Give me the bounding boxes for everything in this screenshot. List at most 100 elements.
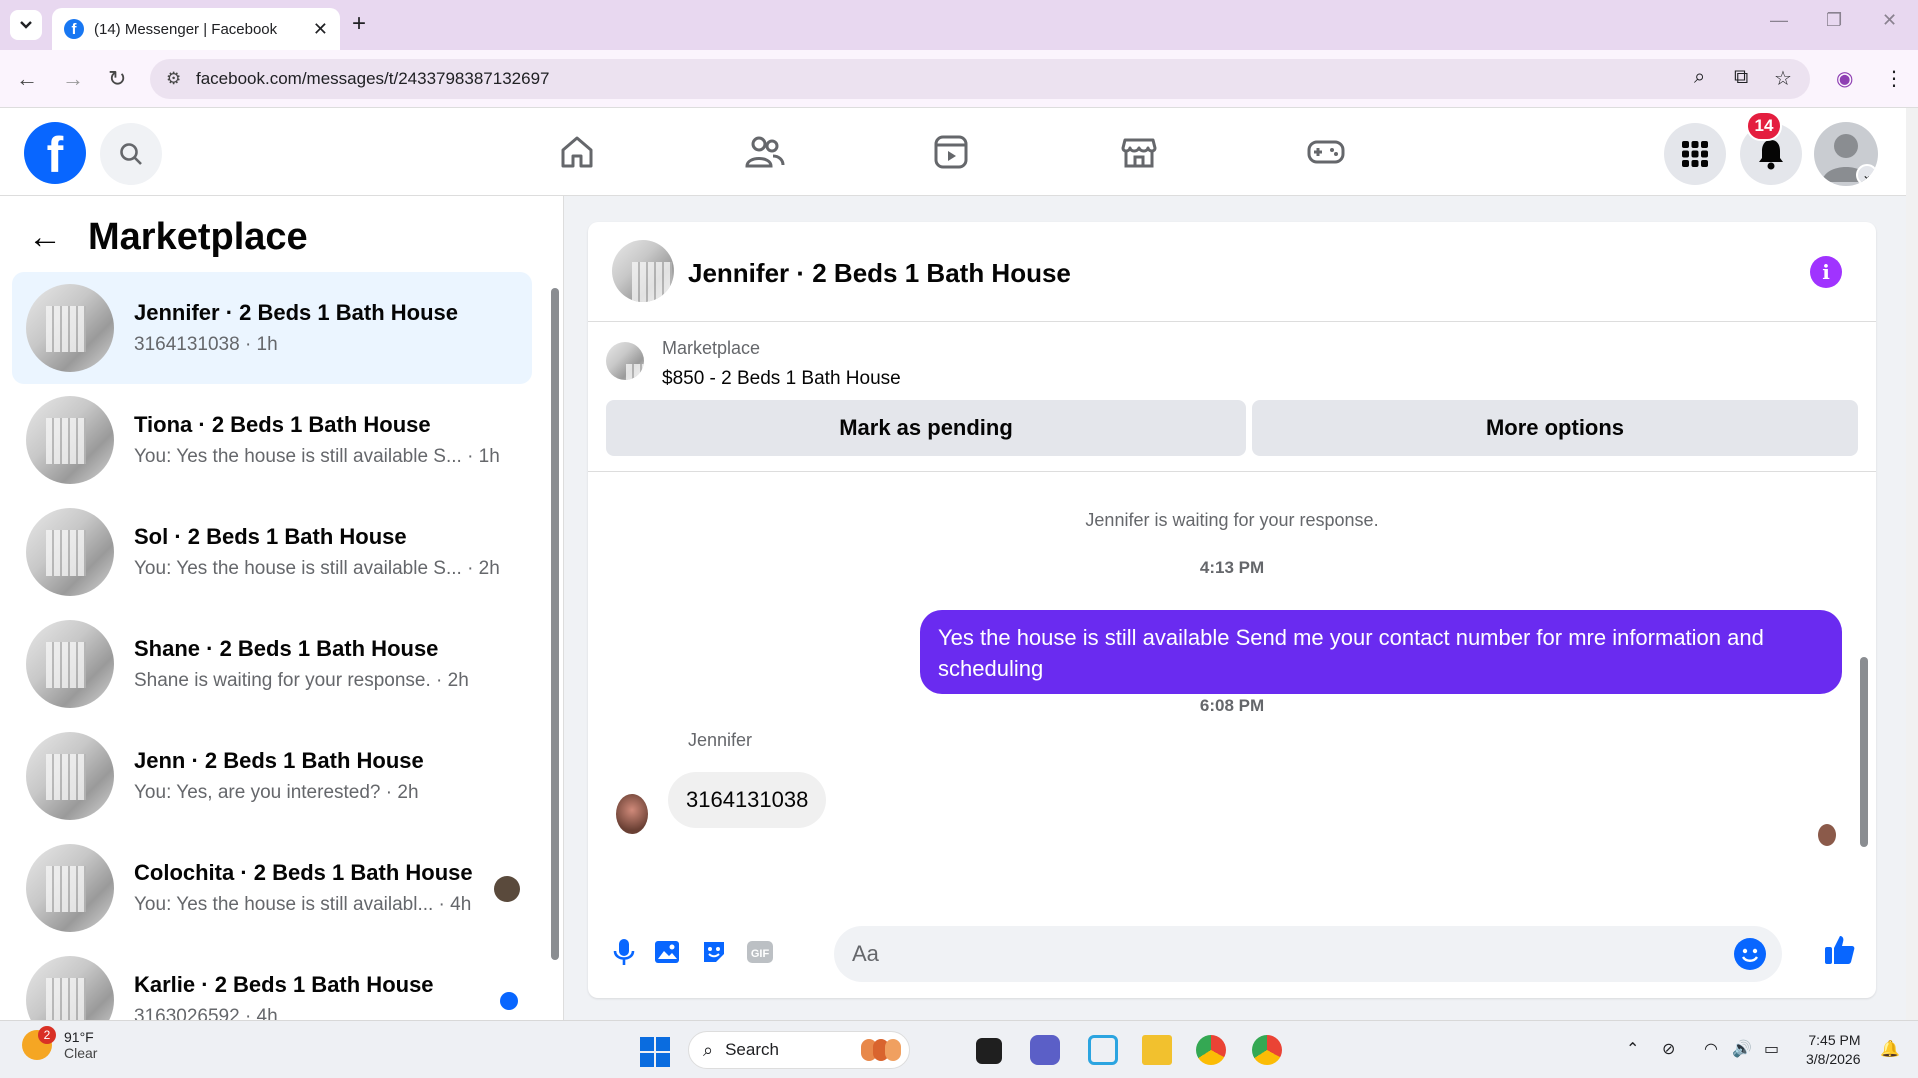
weather-widget[interactable]: 2 91°F Clear bbox=[22, 1026, 97, 1061]
listing-thumbnail bbox=[26, 620, 114, 708]
scrollbar-thumb[interactable] bbox=[1860, 657, 1868, 847]
bookmark-star-icon[interactable]: ☆ bbox=[1774, 66, 1792, 91]
zoom-icon[interactable]: ⌕ bbox=[1694, 66, 1705, 89]
emoji-icon[interactable] bbox=[1734, 938, 1766, 970]
page-scrollbar[interactable] bbox=[1906, 108, 1918, 1020]
conversation-name: Tiona · 2 Beds 1 Bath House bbox=[134, 412, 431, 437]
install-app-icon[interactable]: ⧉ bbox=[1734, 66, 1748, 89]
sidebar-title: Marketplace bbox=[88, 216, 308, 258]
sender-avatar[interactable] bbox=[616, 794, 648, 834]
battery-icon[interactable]: ▭ bbox=[1764, 1039, 1779, 1059]
back-arrow-icon[interactable]: ← bbox=[28, 218, 62, 257]
sidebar-header: ← Marketplace bbox=[28, 216, 308, 259]
conversation-name: Jenn · 2 Beds 1 Bath House bbox=[134, 748, 424, 773]
conversation-item[interactable]: Jenn · 2 Beds 1 Bath House You: Yes, are … bbox=[12, 720, 532, 832]
profile-icon[interactable]: ◉ bbox=[1836, 66, 1853, 91]
notification-badge: 14 bbox=[1746, 111, 1782, 141]
minimize-icon[interactable]: — bbox=[1770, 10, 1788, 31]
people-highlight-icon bbox=[861, 1039, 901, 1061]
restore-icon[interactable]: ❐ bbox=[1826, 10, 1842, 31]
timestamp: 6:08 PM bbox=[1199, 696, 1265, 715]
scrollbar-thumb[interactable] bbox=[551, 288, 559, 960]
chat-avatar[interactable] bbox=[612, 240, 674, 302]
conversation-item[interactable]: Colochita · 2 Beds 1 Bath House You: Yes … bbox=[12, 832, 532, 944]
more-options-button[interactable]: More options bbox=[1252, 400, 1858, 456]
sticker-icon[interactable] bbox=[698, 936, 730, 968]
close-tab-icon[interactable]: ✕ bbox=[313, 19, 328, 40]
conversation-list: Jennifer · 2 Beds 1 Bath House 3164131038… bbox=[12, 272, 532, 1020]
facebook-logo-icon[interactable]: f bbox=[24, 122, 86, 184]
listing-thumbnail bbox=[26, 284, 114, 372]
photo-icon[interactable] bbox=[652, 936, 684, 968]
chat-panel: Jennifer · 2 Beds 1 Bath House i Marketp… bbox=[588, 222, 1876, 998]
tab-search-dropdown[interactable] bbox=[10, 10, 42, 40]
clock-time: 7:45 PM bbox=[1808, 1032, 1861, 1048]
conversation-item[interactable]: Shane · 2 Beds 1 Bath House Shane is wait… bbox=[12, 608, 532, 720]
file-explorer-icon[interactable] bbox=[1142, 1035, 1172, 1065]
microphone-icon[interactable] bbox=[608, 936, 640, 968]
network-off-icon[interactable]: ⊘ bbox=[1662, 1039, 1675, 1059]
conversation-item[interactable]: Tiona · 2 Beds 1 Bath House You: Yes the … bbox=[12, 384, 532, 496]
bell-icon bbox=[1759, 140, 1783, 170]
listing-thumbnail bbox=[26, 508, 114, 596]
info-icon[interactable]: i bbox=[1810, 256, 1842, 288]
listing-price-title[interactable]: $850 - 2 Beds 1 Bath House bbox=[662, 368, 901, 390]
browser-tab[interactable]: f (14) Messenger | Facebook ✕ bbox=[52, 8, 340, 50]
taskbar-search[interactable]: ⌕ Search bbox=[688, 1031, 910, 1069]
facebook-favicon-icon: f bbox=[64, 19, 84, 39]
menu-kebab-icon[interactable]: ⋮ bbox=[1884, 66, 1904, 91]
conversation-preview: 3164131038 · 1h bbox=[134, 334, 278, 355]
task-view-icon[interactable] bbox=[976, 1038, 1002, 1064]
forward-arrow-icon[interactable]: → bbox=[62, 66, 84, 92]
conversation-preview: Shane is waiting for your response. · 2h bbox=[134, 670, 469, 691]
marketplace-nav-icon[interactable] bbox=[1115, 130, 1163, 174]
address-toolbar: ← → ↻ ⚙ facebook.com/messages/t/24337983… bbox=[0, 50, 1918, 108]
chat-title[interactable]: Jennifer · 2 Beds 1 Bath House bbox=[688, 258, 1071, 289]
incoming-message[interactable]: 3164131038 bbox=[668, 772, 827, 828]
chrome-profile-icon[interactable] bbox=[1252, 1035, 1282, 1065]
chevron-down-icon bbox=[20, 21, 32, 29]
like-thumb-icon[interactable] bbox=[1820, 930, 1860, 970]
weather-temp: 91°F bbox=[64, 1029, 94, 1045]
snipping-tool-icon[interactable] bbox=[1088, 1035, 1118, 1065]
menu-grid-button[interactable] bbox=[1664, 123, 1726, 185]
notification-bell-icon[interactable]: 🔔 bbox=[1880, 1039, 1900, 1059]
outgoing-message[interactable]: Yes the house is still available Send me… bbox=[920, 610, 1842, 694]
volume-icon[interactable]: 🔊 bbox=[1732, 1039, 1752, 1059]
account-avatar[interactable]: ⌄ bbox=[1814, 122, 1878, 186]
video-nav-icon[interactable] bbox=[927, 130, 975, 174]
new-tab-icon[interactable]: + bbox=[352, 10, 366, 38]
site-settings-icon[interactable]: ⚙ bbox=[166, 69, 181, 89]
message-input[interactable]: Aa bbox=[834, 926, 1782, 982]
close-window-icon[interactable]: ✕ bbox=[1882, 10, 1897, 31]
chevron-down-icon: ⌄ bbox=[1856, 164, 1878, 186]
back-arrow-icon[interactable]: ← bbox=[16, 66, 38, 92]
message-thread: Jennifer is waiting for your response. 4… bbox=[588, 472, 1876, 912]
conversation-name: Sol · 2 Beds 1 Bath House bbox=[134, 524, 407, 549]
listing-card: Marketplace $850 - 2 Beds 1 Bath House M… bbox=[588, 322, 1876, 472]
sidebar-scrollbar[interactable] bbox=[548, 276, 560, 1016]
facebook-header: f 14 ⌄ bbox=[0, 108, 1906, 196]
system-clock[interactable]: 7:45 PM 3/8/2026 bbox=[1806, 1031, 1861, 1069]
conversation-name: Karlie · 2 Beds 1 Bath House bbox=[134, 972, 434, 997]
windows-start-icon[interactable] bbox=[640, 1037, 670, 1067]
url-bar[interactable]: ⚙ facebook.com/messages/t/24337983871326… bbox=[150, 59, 1810, 99]
reload-icon[interactable]: ↻ bbox=[108, 66, 126, 92]
home-nav-icon[interactable] bbox=[553, 130, 601, 174]
conversation-item[interactable]: Sol · 2 Beds 1 Bath House You: Yes the ho… bbox=[12, 496, 532, 608]
gif-icon[interactable]: GIF bbox=[744, 936, 776, 968]
wifi-icon[interactable]: ◠ bbox=[1704, 1039, 1718, 1059]
chevron-up-icon[interactable]: ⌃ bbox=[1626, 1039, 1639, 1059]
conversation-item[interactable]: Jennifer · 2 Beds 1 Bath House 3164131038… bbox=[12, 272, 532, 384]
sender-name: Jennifer bbox=[688, 730, 753, 750]
friends-nav-icon[interactable] bbox=[740, 130, 788, 174]
facebook-search-button[interactable] bbox=[100, 123, 162, 185]
thread-scrollbar[interactable] bbox=[1858, 477, 1870, 899]
mark-pending-button[interactable]: Mark as pending bbox=[606, 400, 1246, 456]
conversation-item[interactable]: Karlie · 2 Beds 1 Bath House 3163026592 ·… bbox=[12, 944, 532, 1020]
teams-meet-icon[interactable] bbox=[1030, 1035, 1060, 1065]
gaming-nav-icon[interactable] bbox=[1302, 130, 1350, 174]
sun-icon: 2 bbox=[22, 1026, 56, 1060]
chrome-icon[interactable] bbox=[1196, 1035, 1226, 1065]
listing-thumbnail bbox=[26, 956, 114, 1020]
